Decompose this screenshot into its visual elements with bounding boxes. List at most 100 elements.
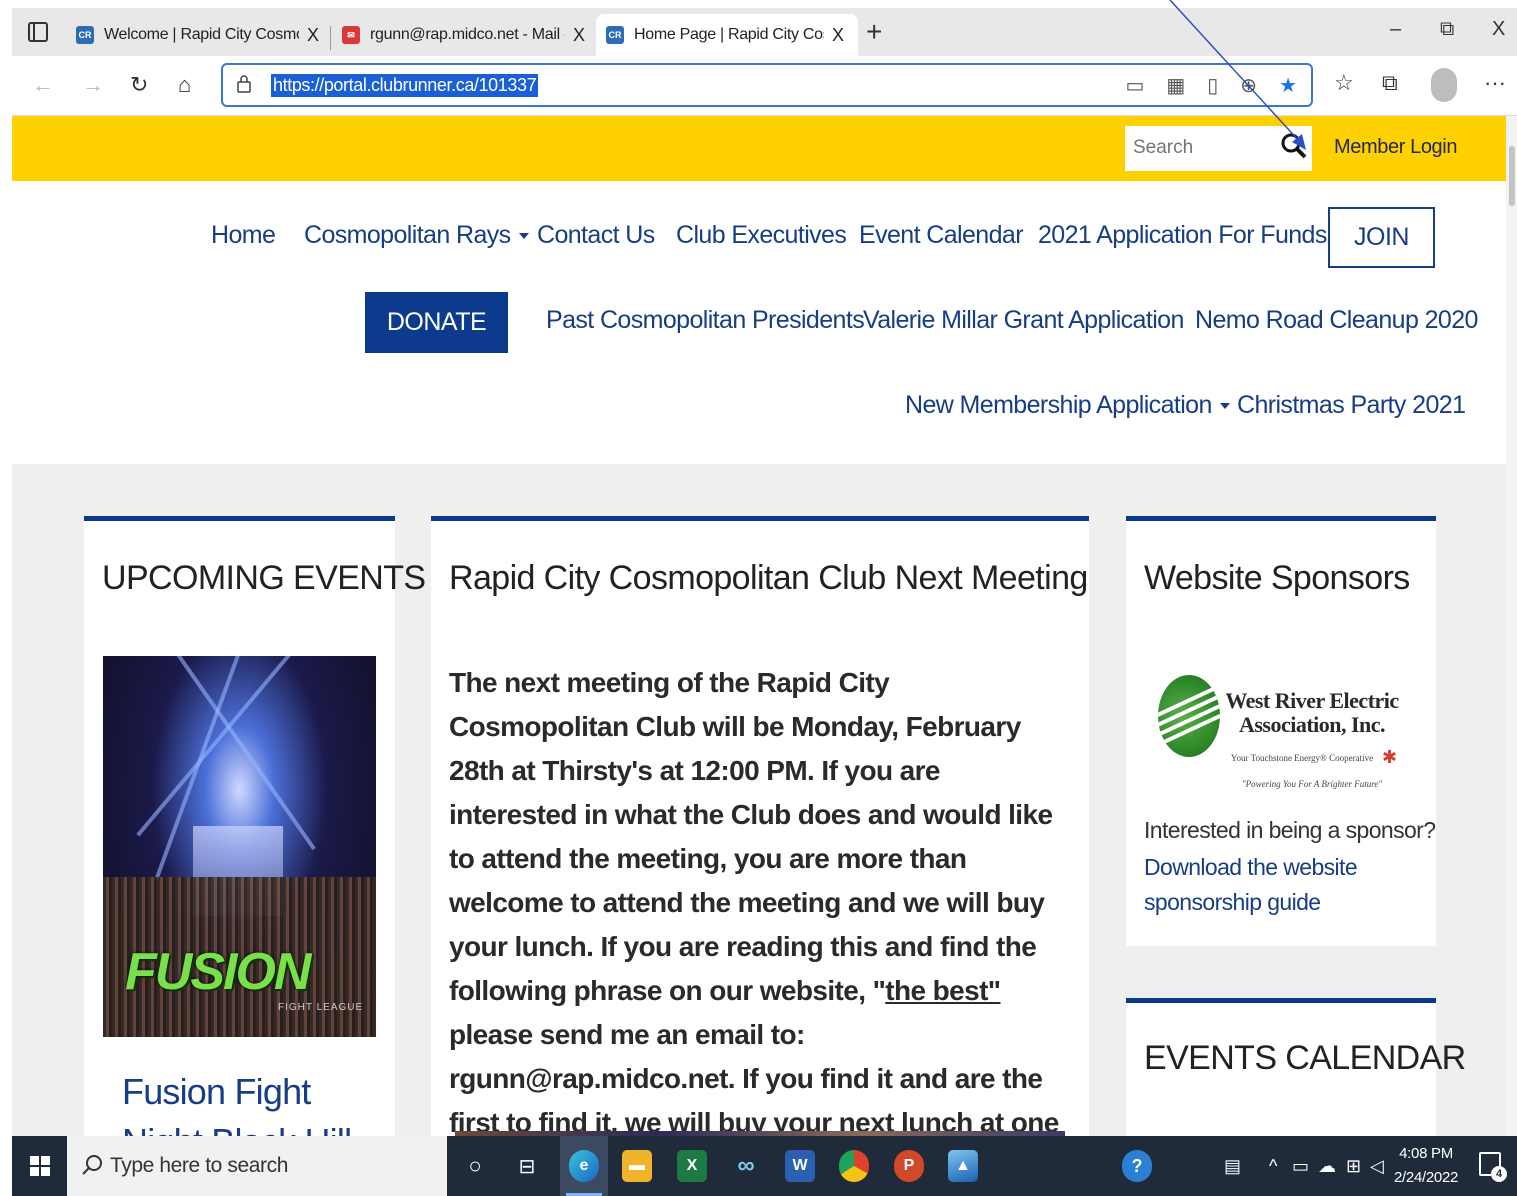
windows-start-icon[interactable] <box>30 1156 50 1176</box>
close-window-button[interactable]: X <box>1492 18 1505 41</box>
windows-taskbar: Type here to search ○ ⊟ e ▬ X ∞ W P ▲ ? … <box>12 1136 1517 1196</box>
qr-code-icon[interactable]: ▦ <box>1166 73 1185 98</box>
tab-home-page[interactable]: CR Home Page | Rapid City Cosmopolitan X <box>596 14 858 56</box>
system-clock[interactable]: 4:08 PM 2/24/2022 <box>1394 1142 1458 1190</box>
minimize-button[interactable]: – <box>1390 18 1401 41</box>
task-view-icon[interactable]: ⊟ <box>512 1150 542 1182</box>
nav-christmas-party[interactable]: Christmas Party 2021 <box>1237 391 1466 420</box>
next-meeting-body: The next meeting of the Rapid City Cosmo… <box>449 661 1074 1189</box>
chevron-down-icon <box>1219 403 1230 410</box>
event-title-link[interactable]: Fusion Fight <box>122 1071 311 1113</box>
upcoming-events-heading: UPCOMING EVENTS <box>102 559 426 597</box>
news-widget-icon[interactable]: ▤ <box>1224 1156 1241 1177</box>
taskbar-search[interactable]: Type here to search <box>67 1136 447 1196</box>
fight-league-text: FIGHT LEAGUE <box>278 1002 364 1013</box>
more-options-icon[interactable]: ··· <box>1484 70 1506 96</box>
search-icon[interactable] <box>1280 132 1308 160</box>
close-tab-icon[interactable]: X <box>307 25 319 46</box>
nav-nemo-road-cleanup[interactable]: Nemo Road Cleanup 2020 <box>1195 306 1478 335</box>
show-hidden-icons-icon[interactable]: ^ <box>1269 1156 1277 1177</box>
light-beam <box>163 656 316 851</box>
tab-title: Home Page | Rapid City Cosmopolitan <box>634 26 824 43</box>
close-tab-icon[interactable]: X <box>832 25 844 46</box>
nav-label: New Membership Application <box>905 391 1212 419</box>
fusion-logo-text: FUSION <box>125 943 311 1001</box>
nav-valerie-millar-grant[interactable]: Valerie Millar Grant Application <box>863 306 1184 335</box>
help-icon[interactable]: ? <box>1122 1150 1152 1182</box>
tab-welcome[interactable]: CR Welcome | Rapid City Cosmopolitan X <box>66 14 329 56</box>
events-calendar-heading: EVENTS CALENDAR <box>1144 1039 1466 1077</box>
west-river-electric-logo[interactable]: West River Electric Association, Inc. Yo… <box>1156 671 1406 801</box>
nav-application-for-funds[interactable]: 2021 Application For Funds <box>1038 221 1327 250</box>
nav-home[interactable]: Home <box>211 221 276 250</box>
close-tab-icon[interactable]: X <box>573 25 585 46</box>
tab-title: Welcome | Rapid City Cosmopolitan <box>104 26 299 43</box>
notification-center-icon[interactable]: 4 <box>1479 1152 1507 1182</box>
collections-icon[interactable]: ⧉ <box>1382 70 1398 96</box>
next-meeting-heading: Rapid City Cosmopolitan Club Next Meetin… <box>449 559 1088 597</box>
refresh-icon[interactable]: ↻ <box>130 72 148 98</box>
tab-mail[interactable]: ✉ rgunn@rap.midco.net - Mail - Microsoft… <box>332 14 595 56</box>
main-navigation: Home Cosmopolitan Rays Contact Us Club E… <box>12 181 1506 464</box>
nav-cosmopolitan-rays[interactable]: Cosmopolitan Rays <box>304 221 529 250</box>
url-text[interactable]: https://portal.clubrunner.ca/101337 <box>271 74 539 97</box>
app-available-icon[interactable]: ▭ <box>1125 73 1144 98</box>
donate-button[interactable]: DONATE <box>365 292 508 353</box>
battery-icon[interactable]: ▭ <box>1292 1156 1309 1177</box>
cortana-icon[interactable]: ○ <box>460 1150 490 1182</box>
chevron-down-icon <box>518 233 529 240</box>
tab-actions-icon[interactable] <box>28 22 48 42</box>
search-input[interactable] <box>1125 126 1275 169</box>
join-button[interactable]: JOIN <box>1328 207 1435 268</box>
restore-button[interactable]: ⧉ <box>1440 18 1454 41</box>
nav-label: Cosmopolitan Rays <box>304 221 511 249</box>
forward-arrow-icon[interactable]: → <box>82 72 104 98</box>
clubrunner-favicon-icon: CR <box>76 26 94 44</box>
nav-club-executives[interactable]: Club Executives <box>676 221 847 250</box>
browser-toolbar: ← → ↻ ⌂ https://portal.clubrunner.ca/101… <box>12 56 1517 116</box>
touchstone-star-icon: ✱ <box>1382 747 1398 767</box>
sponsor-logo-tagline: Your Touchstone Energy® Cooperative <box>1230 753 1374 763</box>
nav-past-presidents[interactable]: Past Cosmopolitan Presidents <box>546 306 865 335</box>
excel-icon[interactable]: X <box>677 1150 707 1182</box>
new-tab-button[interactable]: + <box>866 16 882 48</box>
network-icon[interactable]: ⊞ <box>1346 1156 1361 1177</box>
back-arrow-icon[interactable]: ← <box>32 72 54 98</box>
the-best-link[interactable]: the best" <box>885 975 1001 1006</box>
favorite-star-icon[interactable]: ★ <box>1279 73 1297 98</box>
sponsorship-guide-link[interactable]: Download the website <box>1144 854 1358 881</box>
next-meeting-card: Rapid City Cosmopolitan Club Next Meetin… <box>431 516 1089 1182</box>
sponsor-logo-name: West River Electric Association, Inc. <box>1225 688 1399 737</box>
scrollbar-thumb[interactable] <box>1509 146 1515 206</box>
sponsorship-guide-link-continued[interactable]: sponsorship guide <box>1144 889 1321 916</box>
member-login-link[interactable]: Member Login <box>1334 136 1457 159</box>
upcoming-events-card: UPCOMING EVENTS FUSION FIGHT LEAGUE Fusi… <box>84 516 426 1162</box>
infinity-icon[interactable]: ∞ <box>731 1150 761 1182</box>
word-icon[interactable]: W <box>785 1150 815 1182</box>
file-explorer-icon[interactable]: ▬ <box>622 1150 652 1182</box>
search-icon <box>82 1155 102 1175</box>
favorites-icon[interactable]: ☆ <box>1334 70 1354 96</box>
zoom-icon[interactable]: ⊕ <box>1240 73 1257 98</box>
nav-contact-us[interactable]: Contact Us <box>537 221 655 250</box>
immersive-reader-icon[interactable]: ▯ <box>1207 73 1218 98</box>
edge-icon[interactable]: e <box>569 1150 599 1182</box>
home-icon[interactable]: ⌂ <box>178 72 191 98</box>
clock-date: 2/24/2022 <box>1394 1169 1459 1186</box>
nav-event-calendar[interactable]: Event Calendar <box>859 221 1024 250</box>
fusion-fight-image[interactable]: FUSION FIGHT LEAGUE <box>103 656 376 1037</box>
volume-muted-icon[interactable]: ◁ <box>1370 1156 1384 1177</box>
photos-icon[interactable]: ▲ <box>948 1150 978 1182</box>
profile-avatar[interactable] <box>1431 68 1457 102</box>
website-sponsors-card: Website Sponsors West River Electric Ass… <box>1126 516 1436 946</box>
page-scrollbar[interactable] <box>1506 116 1517 1136</box>
onedrive-icon[interactable]: ☁ <box>1318 1156 1336 1177</box>
browser-tab-bar: CR Welcome | Rapid City Cosmopolitan X ✉… <box>12 8 1517 56</box>
notification-count: 4 <box>1491 1166 1507 1182</box>
nav-new-membership-application[interactable]: New Membership Application <box>905 391 1230 420</box>
chrome-icon[interactable] <box>839 1150 869 1182</box>
address-bar[interactable]: https://portal.clubrunner.ca/101337 ▭ ▦ … <box>221 63 1313 107</box>
taskbar-search-placeholder: Type here to search <box>110 1154 289 1177</box>
lock-icon[interactable] <box>237 75 251 93</box>
powerpoint-icon[interactable]: P <box>894 1150 924 1182</box>
